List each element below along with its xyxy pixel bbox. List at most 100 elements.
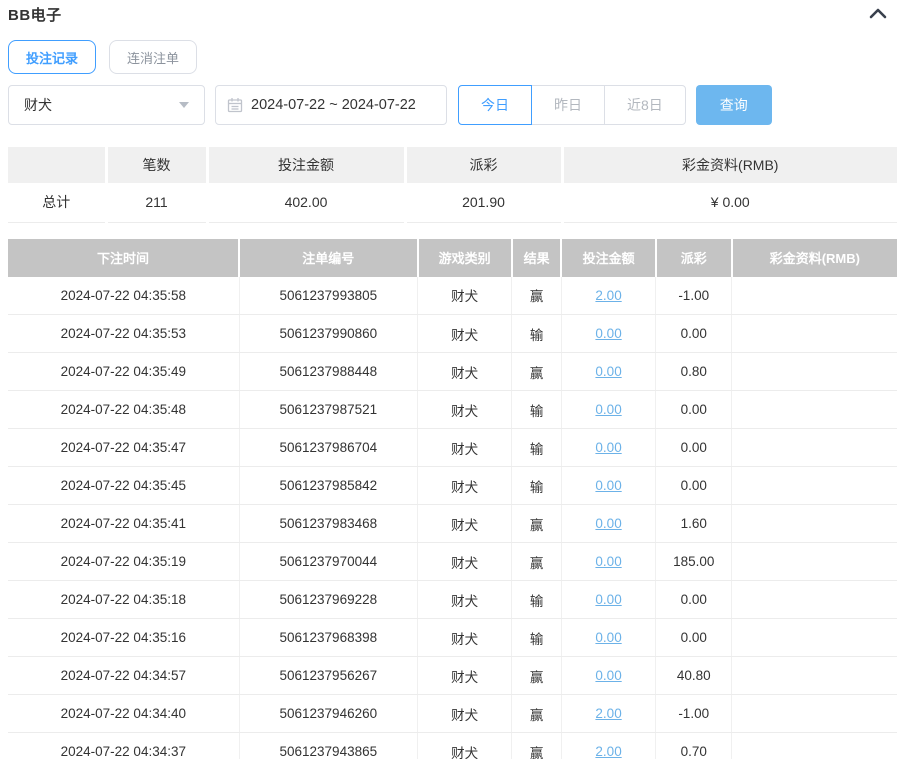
payout-cell: 0.00 — [655, 428, 732, 467]
game-select[interactable]: 财犬 — [8, 85, 205, 125]
summary-total-bet-amount: 402.00 — [205, 183, 405, 223]
bet-amount-link[interactable]: 2.00 — [595, 744, 621, 759]
result-cell: 赢 — [511, 694, 562, 733]
bonus-cell — [731, 352, 897, 391]
bet-amount-link[interactable]: 0.00 — [595, 440, 621, 455]
game-category-cell: 财犬 — [417, 618, 512, 657]
bet-amount-cell: 0.00 — [560, 314, 656, 353]
bet-amount-link[interactable]: 0.00 — [595, 478, 621, 493]
summary-header-bet-amount: 投注金额 — [205, 147, 405, 183]
summary-total-bonus: ¥ 0.00 — [560, 183, 897, 223]
bet-amount-link[interactable]: 0.00 — [595, 402, 621, 417]
records-header-payout: 派彩 — [654, 238, 732, 277]
order-id-cell: 5061237946260 — [238, 694, 418, 733]
summary-total-label: 总计 — [8, 183, 106, 223]
panel-header: BB电子 — [8, 0, 897, 25]
order-id-cell: 5061237985842 — [238, 466, 418, 505]
bet-time-cell: 2024-07-22 04:34:57 — [8, 656, 240, 695]
order-id-cell: 5061237990860 — [238, 314, 418, 353]
bonus-cell — [731, 466, 897, 505]
search-button[interactable]: 查询 — [695, 85, 772, 125]
bet-amount-link[interactable]: 0.00 — [595, 326, 621, 341]
table-row: 2024-07-22 04:35:48 5061237987521 财犬 输 0… — [8, 390, 897, 429]
page-title: BB电子 — [8, 7, 62, 24]
records-header-bet: 投注金额 — [560, 238, 656, 277]
order-id-cell: 5061237986704 — [238, 428, 418, 467]
result-cell: 赢 — [511, 732, 562, 759]
game-select-value: 财犬 — [24, 97, 52, 113]
records-header-game: 游戏类别 — [416, 238, 512, 277]
calendar-icon — [227, 97, 243, 113]
filter-bar: 财犬 2024-07-22 ~ 2024-07-22 今日 昨日 近8日 查询 — [8, 85, 897, 125]
bet-amount-cell: 0.00 — [560, 352, 656, 391]
table-row: 2024-07-22 04:35:53 5061237990860 财犬 输 0… — [8, 314, 897, 353]
result-cell: 输 — [511, 466, 562, 505]
order-id-cell: 5061237970044 — [238, 542, 418, 581]
payout-cell: 40.80 — [655, 656, 732, 695]
bet-amount-link[interactable]: 2.00 — [595, 288, 621, 303]
game-category-cell: 财犬 — [417, 276, 512, 315]
bet-amount-cell: 0.00 — [560, 580, 656, 619]
bet-time-cell: 2024-07-22 04:35:45 — [8, 466, 240, 505]
bet-amount-link[interactable]: 0.00 — [595, 364, 621, 379]
table-row: 2024-07-22 04:35:58 5061237993805 财犬 赢 2… — [8, 276, 897, 315]
result-cell: 赢 — [511, 656, 562, 695]
bet-amount-cell: 0.00 — [560, 656, 656, 695]
payout-cell: 0.00 — [655, 466, 732, 505]
bet-amount-link[interactable]: 0.00 — [595, 630, 621, 645]
date-range-input[interactable]: 2024-07-22 ~ 2024-07-22 — [215, 85, 447, 125]
order-id-cell: 5061237988448 — [238, 352, 418, 391]
order-id-cell: 5061237968398 — [238, 618, 418, 657]
bet-time-cell: 2024-07-22 04:35:47 — [8, 428, 240, 467]
bonus-cell — [731, 314, 897, 353]
summary-total-payout: 201.90 — [403, 183, 562, 223]
bet-amount-cell: 0.00 — [560, 504, 656, 543]
tab-betting-records[interactable]: 投注记录 — [8, 40, 97, 74]
last-8-days-button[interactable]: 近8日 — [604, 85, 686, 125]
table-row: 2024-07-22 04:35:41 5061237983468 财犬 赢 0… — [8, 504, 897, 543]
bonus-cell — [731, 276, 897, 315]
payout-cell: 0.70 — [655, 732, 732, 759]
collapse-panel-button[interactable] — [869, 7, 887, 22]
bonus-cell — [731, 618, 897, 657]
bet-amount-link[interactable]: 0.00 — [595, 554, 621, 569]
bonus-cell — [731, 504, 897, 543]
bet-time-cell: 2024-07-22 04:35:49 — [8, 352, 240, 391]
bet-time-cell: 2024-07-22 04:35:18 — [8, 580, 240, 619]
bet-amount-link[interactable]: 2.00 — [595, 706, 621, 721]
game-category-cell: 财犬 — [417, 656, 512, 695]
result-cell: 输 — [511, 314, 562, 353]
payout-cell: 0.00 — [655, 390, 732, 429]
bet-amount-link[interactable]: 0.00 — [595, 516, 621, 531]
records-header-row: 下注时间 注单编号 游戏类别 结果 投注金额 派彩 彩金资料(RMB) — [8, 238, 897, 277]
bonus-cell — [731, 732, 897, 759]
records-table: 下注时间 注单编号 游戏类别 结果 投注金额 派彩 彩金资料(RMB) 2024… — [8, 238, 897, 759]
game-category-cell: 财犬 — [417, 466, 512, 505]
game-category-cell: 财犬 — [417, 694, 512, 733]
order-id-cell: 5061237969228 — [238, 580, 418, 619]
payout-cell: -1.00 — [655, 694, 732, 733]
payout-cell: 0.00 — [655, 618, 732, 657]
game-category-cell: 财犬 — [417, 580, 512, 619]
bet-time-cell: 2024-07-22 04:35:58 — [8, 276, 240, 315]
tab-cancelled-orders[interactable]: 连消注单 — [109, 40, 198, 74]
bet-amount-link[interactable]: 0.00 — [595, 668, 621, 683]
bet-amount-cell: 0.00 — [560, 618, 656, 657]
summary-total-row: 总计 211 402.00 201.90 ¥ 0.00 — [8, 183, 897, 223]
payout-cell: -1.00 — [655, 276, 732, 315]
order-id-cell: 5061237993805 — [238, 276, 418, 315]
summary-header-row: 笔数 投注金额 派彩 彩金资料(RMB) — [8, 147, 897, 183]
bet-amount-link[interactable]: 0.00 — [595, 592, 621, 607]
game-category-cell: 财犬 — [417, 314, 512, 353]
game-category-cell: 财犬 — [417, 732, 512, 759]
bet-amount-cell: 0.00 — [560, 466, 656, 505]
payout-cell: 185.00 — [655, 542, 732, 581]
bonus-cell — [731, 390, 897, 429]
bonus-cell — [731, 428, 897, 467]
summary-header-count: 笔数 — [104, 147, 207, 183]
record-type-tabs: 投注记录 连消注单 — [8, 40, 897, 74]
yesterday-button[interactable]: 昨日 — [531, 85, 605, 125]
today-button[interactable]: 今日 — [458, 85, 532, 125]
order-id-cell: 5061237983468 — [238, 504, 418, 543]
records-header-time: 下注时间 — [8, 238, 240, 277]
